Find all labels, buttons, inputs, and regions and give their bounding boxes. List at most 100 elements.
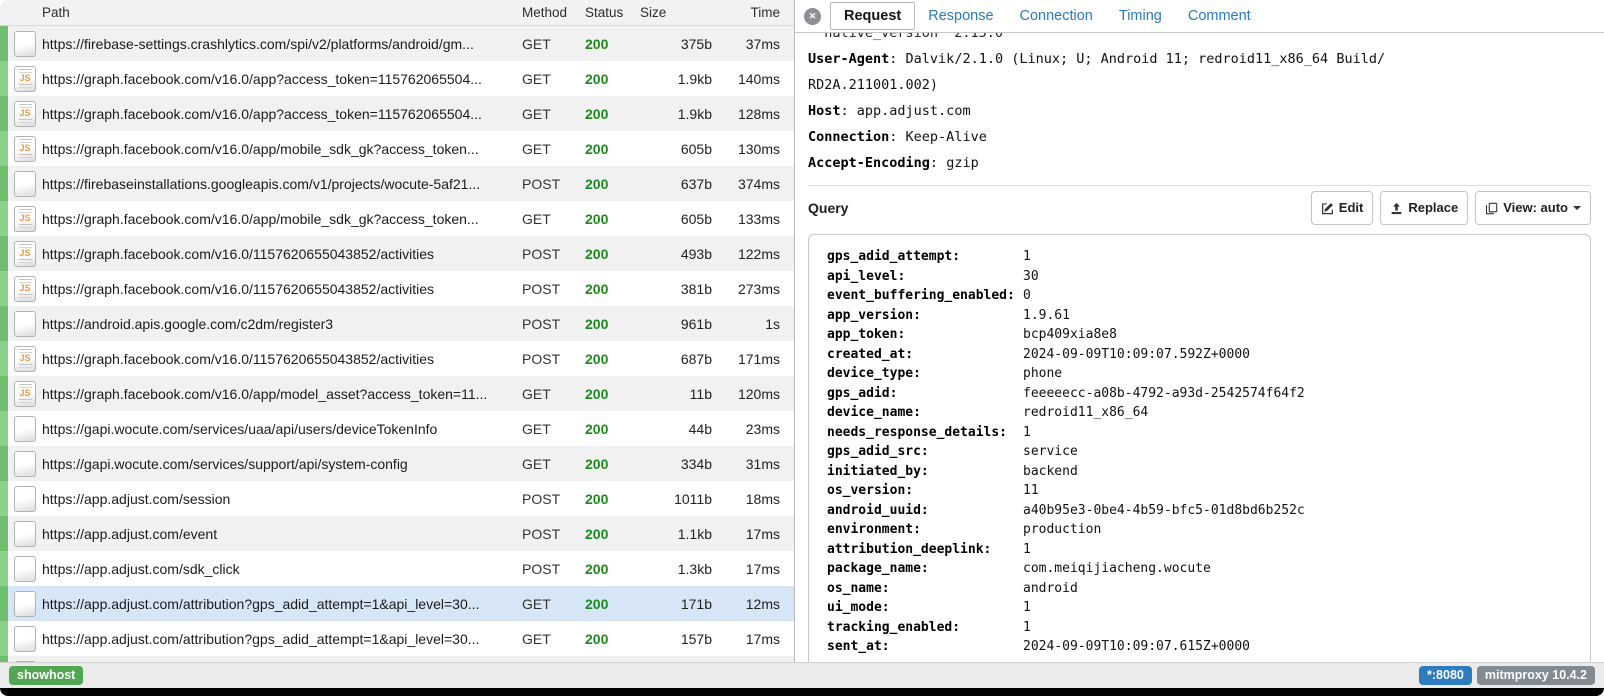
- js-file-icon: JS: [14, 206, 36, 232]
- header-separator: :: [841, 103, 857, 119]
- document-icon: [14, 171, 36, 197]
- flow-path: https://app.adjust.com/attribution?gps_a…: [42, 596, 522, 612]
- document-icon: [14, 591, 36, 617]
- table-row[interactable]: https://app.adjust.com/eventPOST2001.1kb…: [0, 516, 794, 551]
- query-param-row[interactable]: tracking_enabled:1: [827, 618, 1580, 638]
- table-row[interactable]: https://app.adjust.com/sessionPOST200101…: [0, 481, 794, 516]
- query-param-row[interactable]: app_version:1.9.61: [827, 306, 1580, 326]
- query-param-row[interactable]: event_buffering_enabled:0: [827, 286, 1580, 306]
- showhost-badge: showhost: [9, 666, 83, 685]
- query-param-row[interactable]: gps_adid_src:service: [827, 442, 1580, 462]
- flow-table: Path Method Status Size Time https://fir…: [0, 0, 795, 662]
- query-param-key: os_version:: [827, 481, 1023, 501]
- flow-method: POST: [522, 351, 585, 367]
- query-param-key: app_token:: [827, 325, 1023, 345]
- flow-method: GET: [522, 211, 585, 227]
- query-param-row[interactable]: gps_adid:feeeeecc-a08b-4792-a93d-2542574…: [827, 384, 1580, 404]
- flow-time: 273ms: [712, 281, 794, 297]
- table-row[interactable]: JShttps://graph.facebook.com/v16.0/app/m…: [0, 131, 794, 166]
- flow-time: 1s: [712, 316, 794, 332]
- column-header-method: Method: [522, 5, 585, 20]
- flow-path: https://app.adjust.com/attribution?gps_a…: [42, 631, 522, 647]
- flow-time: 17ms: [712, 561, 794, 577]
- query-param-row[interactable]: os_name:android: [827, 579, 1580, 599]
- flow-method: POST: [522, 246, 585, 262]
- query-param-row[interactable]: app_token:bcp409xia8e8: [827, 325, 1580, 345]
- query-param-row[interactable]: os_version:11: [827, 481, 1580, 501]
- table-row[interactable]: JS https://graph.facebook.com/v16.0/app/m…: [0, 201, 794, 236]
- flow-time: 374ms: [712, 176, 794, 192]
- query-param-row[interactable]: initiated_by:backend: [827, 462, 1580, 482]
- flow-size: 493b: [638, 246, 712, 262]
- flow-status: 200: [585, 631, 638, 647]
- flow-method: POST: [522, 491, 585, 507]
- flow-status: 200: [585, 71, 638, 87]
- view-button[interactable]: View: auto: [1475, 191, 1591, 225]
- query-param-row[interactable]: device_name:redroid11_x86_64: [827, 403, 1580, 423]
- tls-indicator: [0, 376, 8, 411]
- tls-indicator: [0, 481, 8, 516]
- table-row[interactable]: https://app.adjust.com/sdk_clickPOST2001…: [0, 551, 794, 586]
- table-row[interactable]: https://firebaseinstallations.googleapis…: [0, 166, 794, 201]
- copy-icon: [1485, 202, 1498, 215]
- query-param-row[interactable]: api_level:30: [827, 267, 1580, 287]
- query-param-key: android_uuid:: [827, 501, 1023, 521]
- tab-response[interactable]: Response: [915, 3, 1006, 29]
- table-row[interactable]: https://gapi.wocute.com/services/support…: [0, 446, 794, 481]
- table-row[interactable]: JShttps://graph.facebook.com/v16.0/app/m…: [0, 376, 794, 411]
- tab-comment[interactable]: Comment: [1175, 3, 1264, 29]
- button-label: Replace: [1408, 195, 1458, 221]
- tab-request[interactable]: Request: [830, 2, 915, 30]
- query-param-key: package_name:: [827, 559, 1023, 579]
- table-row[interactable]: https://app.adjust.com/attribution?gps_a…: [0, 621, 794, 656]
- request-header-line: Connection: Keep-Alive: [808, 124, 1591, 150]
- query-param-value: 11: [1023, 481, 1580, 501]
- query-param-row[interactable]: created_at:2024-09-09T10:09:07.592Z+0000: [827, 345, 1580, 365]
- flow-time: 23ms: [712, 421, 794, 437]
- table-row[interactable]: https://gapi.wocute.com/services/uaa/api…: [0, 411, 794, 446]
- table-row[interactable]: https://firebase-settings.crashlytics.co…: [0, 26, 794, 61]
- query-param-value: 2024-09-09T10:09:07.592Z+0000: [1023, 345, 1580, 365]
- flow-path: https://firebaseinstallations.googleapis…: [42, 176, 522, 192]
- table-row[interactable]: JShttps://graph.facebook.com/v16.0/app?a…: [0, 96, 794, 131]
- document-icon: [14, 311, 36, 337]
- query-param-row[interactable]: attribution_deeplink:1: [827, 540, 1580, 560]
- table-row[interactable]: https://android.apis.google.com/c2dm/reg…: [0, 306, 794, 341]
- query-param-row[interactable]: package_name:com.meiqijiacheng.wocute: [827, 559, 1580, 579]
- flow-path: https://graph.facebook.com/v16.0/app/mod…: [42, 386, 522, 402]
- flow-status: 200: [585, 596, 638, 612]
- tls-indicator: [0, 271, 8, 306]
- query-param-key: environment:: [827, 520, 1023, 540]
- flow-status: 200: [585, 526, 638, 542]
- flow-status: 200: [585, 316, 638, 332]
- query-param-row[interactable]: environment:production: [827, 520, 1580, 540]
- flow-size: 334b: [638, 456, 712, 472]
- close-icon[interactable]: [804, 8, 821, 25]
- table-row[interactable]: JShttps://graph.facebook.com/v16.0/11576…: [0, 341, 794, 376]
- query-param-row[interactable]: sent_at:2024-09-09T10:09:07.615Z+0000: [827, 637, 1580, 657]
- query-param-row[interactable]: android_uuid:a40b95e3-0be4-4b59-bfc5-01d…: [827, 501, 1580, 521]
- flow-method: GET: [522, 36, 585, 52]
- query-param-row[interactable]: device_type:phone: [827, 364, 1580, 384]
- flow-method: POST: [522, 526, 585, 542]
- edit-button[interactable]: Edit: [1311, 191, 1374, 225]
- table-row[interactable]: JShttps://graph.facebook.com/v16.0/11576…: [0, 271, 794, 306]
- query-param-row[interactable]: ui_mode:1: [827, 598, 1580, 618]
- header-value: Keep-Alive: [906, 129, 987, 145]
- table-row[interactable]: JShttps://graph.facebook.com/v16.0/11576…: [0, 236, 794, 271]
- query-section-header: Query EditReplaceView: auto: [808, 185, 1591, 229]
- query-param-row[interactable]: needs_response_details:1: [827, 423, 1580, 443]
- mitmproxy-version-badge: mitmproxy 10.4.2: [1477, 666, 1595, 685]
- tab-connection[interactable]: Connection: [1007, 3, 1106, 29]
- replace-button[interactable]: Replace: [1380, 191, 1468, 225]
- tab-timing[interactable]: Timing: [1106, 3, 1175, 29]
- table-row[interactable]: JShttps://graph.facebook.com/v16.0/app?a…: [0, 61, 794, 96]
- query-param-key: device_name:: [827, 403, 1023, 423]
- query-param-key: os_name:: [827, 579, 1023, 599]
- query-param-row[interactable]: gps_adid_attempt:1: [827, 247, 1580, 267]
- flow-path: https://graph.facebook.com/v16.0/app/mob…: [42, 211, 522, 227]
- query-param-value: 30: [1023, 267, 1580, 287]
- query-param-value: 1.9.61: [1023, 306, 1580, 326]
- table-row[interactable]: https://app.adjust.com/attribution?gps_a…: [0, 586, 794, 621]
- query-param-value: 1: [1023, 540, 1580, 560]
